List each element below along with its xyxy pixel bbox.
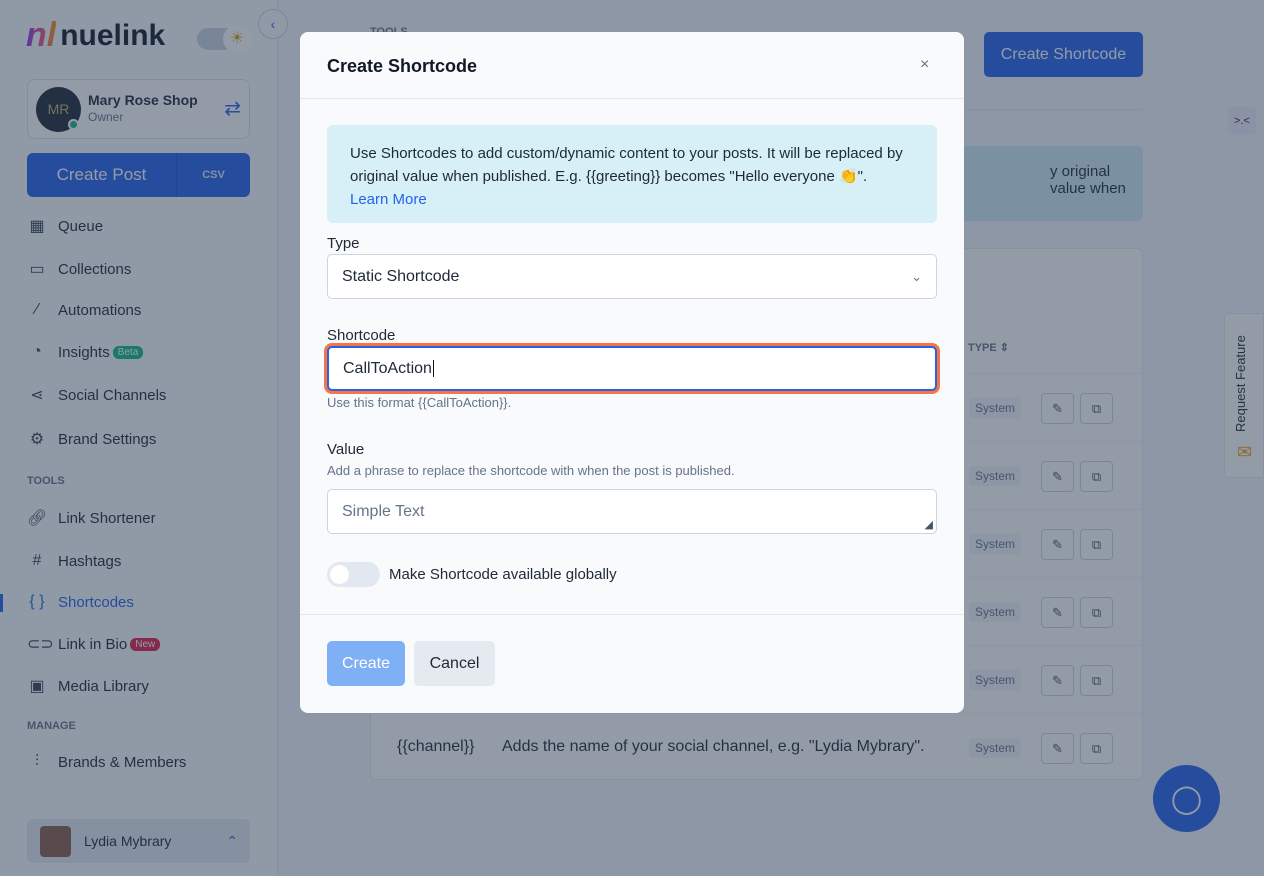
shortcode-hint: Use this format {{CallToAction}}. (327, 395, 512, 410)
divider (300, 98, 964, 99)
type-label: Type (327, 235, 360, 252)
type-select[interactable]: Static Shortcode ⌄ (327, 254, 937, 299)
global-toggle[interactable] (327, 562, 380, 587)
close-icon[interactable]: × (920, 56, 929, 74)
shortcode-input[interactable]: CallToAction (327, 346, 937, 391)
modal-title: Create Shortcode (327, 56, 478, 76)
shortcode-label: Shortcode (327, 327, 396, 344)
value-label: Value (327, 441, 365, 458)
resize-handle-icon[interactable]: ◢ (925, 504, 933, 547)
divider (300, 614, 964, 615)
chevron-down-icon: ⌄ (911, 269, 922, 284)
global-toggle-label: Make Shortcode available globally (389, 566, 617, 583)
learn-more-link[interactable]: Learn More (350, 188, 914, 211)
create-shortcode-modal: Create Shortcode × Use Shortcodes to add… (300, 32, 964, 713)
value-textarea[interactable]: Simple Text ◢ (327, 489, 937, 534)
cancel-button[interactable]: Cancel (414, 641, 495, 686)
create-button[interactable]: Create (327, 641, 405, 686)
value-hint: Add a phrase to replace the shortcode wi… (327, 463, 735, 478)
info-alert: Use Shortcodes to add custom/dynamic con… (327, 125, 937, 223)
toggle-knob (330, 565, 349, 584)
